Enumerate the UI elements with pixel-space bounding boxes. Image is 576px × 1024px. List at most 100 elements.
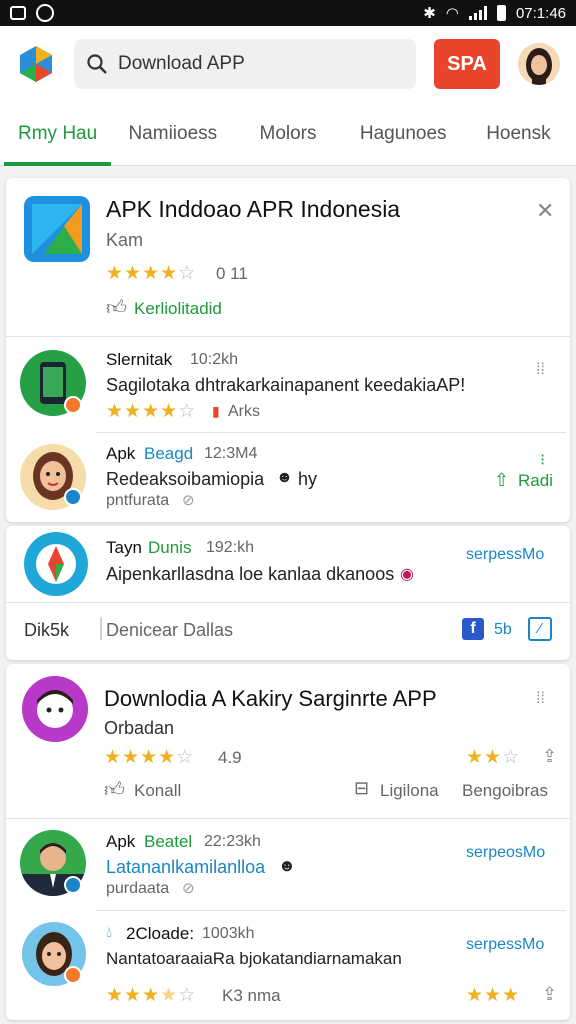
shield-icon bbox=[36, 4, 54, 22]
app-name[interactable]: Apk bbox=[106, 832, 135, 852]
download-icon[interactable]: ⇪ bbox=[542, 984, 557, 1005]
gallery-icon bbox=[10, 6, 26, 20]
featured-title[interactable]: APK Inddoao APR Indonesia bbox=[106, 196, 400, 223]
app-desc: Aipenkarllasdna loe kanlaa dkanoos bbox=[106, 564, 395, 584]
separator: | bbox=[98, 614, 105, 641]
rating-stars: ★ ★ ★ bbox=[466, 985, 520, 1006]
feature-action[interactable]: Ligilona bbox=[380, 781, 439, 801]
install-icon: ⇧ bbox=[494, 470, 510, 490]
share-count: 5b bbox=[494, 621, 512, 638]
app-name[interactable]: Apk bbox=[106, 444, 135, 464]
avatar[interactable] bbox=[518, 43, 560, 85]
app-size: 22:23kh bbox=[204, 833, 261, 850]
rating-stars: ★ ★ ★ ★ ☆ bbox=[106, 401, 196, 422]
app-desc: Latananlkamilanlloa bbox=[106, 857, 266, 877]
app-sub: pntfurata bbox=[106, 492, 170, 509]
battery-icon bbox=[496, 5, 506, 21]
app-desc-tail: hy bbox=[298, 469, 318, 489]
tab-home[interactable]: Rmy Hau bbox=[0, 102, 115, 166]
tab-bar: Rmy Hau Namiioess Molors Hagunoes Hoensk bbox=[0, 102, 576, 166]
badge-icon bbox=[64, 488, 82, 506]
featured-subtitle: Kam bbox=[106, 230, 144, 250]
app-action[interactable]: serpeosMo bbox=[466, 844, 545, 862]
close-icon[interactable]: ✕ bbox=[536, 198, 554, 224]
app-publisher[interactable]: Beagd bbox=[144, 444, 193, 464]
status-bar: ✱ ◠ 07:1:46 bbox=[0, 0, 576, 26]
app-desc: Redeaksoibamiopia bbox=[106, 469, 265, 489]
download-icon[interactable]: ⇪ bbox=[542, 746, 557, 767]
more-icon[interactable]: ⁞⁞ bbox=[536, 690, 545, 708]
app-bar: Download APP SPA bbox=[0, 26, 576, 102]
app-size: 12:3M4 bbox=[204, 445, 258, 462]
divider bbox=[6, 336, 570, 337]
rating-stars: ★ ★ ★ ★ ☆ bbox=[104, 747, 194, 768]
thumbs-up-icon: 👍︎ bbox=[104, 779, 125, 801]
app-size: 1003kh bbox=[202, 925, 255, 942]
app-card-featured: APK Inddoao APR Indonesia Kam ✕ ★ ★ ★ ★ ☆ 0 … bbox=[6, 178, 570, 522]
facebook-icon[interactable]: f bbox=[462, 618, 484, 640]
list-icon: ⊟ bbox=[354, 778, 370, 798]
tab-3[interactable]: Molors bbox=[230, 102, 345, 166]
rating-stars: ★ ★ ★ ★ ☆ bbox=[106, 263, 196, 284]
app-action[interactable]: serpessMo bbox=[466, 546, 544, 564]
filter-sublabel[interactable]: Denicear Dallas bbox=[106, 620, 233, 641]
badge-icon bbox=[64, 966, 82, 984]
divider bbox=[96, 910, 566, 911]
signal-icon bbox=[468, 6, 487, 20]
bluetooth-icon: ✱ bbox=[423, 5, 436, 22]
share-icon: ◉ bbox=[400, 566, 414, 583]
tab-4[interactable]: Hagunoes bbox=[346, 102, 461, 166]
app-publisher[interactable]: Beatel bbox=[144, 832, 192, 852]
app-desc: Sagilotaka dhtrakarkainapanent keedakiaA… bbox=[106, 375, 466, 395]
app-publisher[interactable]: Dunis bbox=[148, 538, 191, 558]
rating-stars: ★ ★ ☆ bbox=[466, 747, 520, 768]
info-icon: ⊘ bbox=[182, 880, 195, 897]
divider bbox=[96, 432, 566, 433]
more-icon[interactable]: ⁞⁞ bbox=[536, 361, 545, 379]
search-button[interactable]: SPA bbox=[434, 39, 500, 89]
app-desc: NantatoaraaiaRa bjokatandiarnamakan bbox=[106, 949, 402, 968]
featured-subtitle: Orbadan bbox=[104, 718, 175, 738]
thumbs-up-icon: 👍︎ bbox=[106, 297, 127, 319]
app-icon bbox=[24, 532, 88, 596]
rating-count: Arks bbox=[228, 403, 260, 420]
drop-icon: 💧︎ bbox=[106, 924, 113, 941]
info-icon: ⊘ bbox=[182, 492, 195, 509]
clock: 07:1:46 bbox=[515, 4, 566, 22]
rating-count: K3 nma bbox=[222, 986, 281, 1005]
app-name[interactable]: Tayn bbox=[106, 538, 142, 558]
app-size: 192:kh bbox=[206, 539, 255, 556]
emoji-icon: ☻ bbox=[276, 469, 293, 486]
app-name[interactable]: 2Cloade: bbox=[126, 924, 194, 944]
download-link[interactable]: Kerliolitadid bbox=[134, 299, 222, 319]
rating-stars: ★ ★ ★ ★ ☆ bbox=[106, 985, 196, 1006]
app-logo[interactable] bbox=[16, 44, 56, 84]
tab-5[interactable]: Hoensk bbox=[461, 102, 576, 166]
badge-icon bbox=[64, 396, 82, 414]
app-icon bbox=[24, 196, 90, 262]
warning-icon: ▮ bbox=[212, 403, 220, 419]
app-size: 10:2kh bbox=[190, 351, 239, 368]
app-card-featured: Downlodia A Kakiry Sarginrte APP Orbadan… bbox=[6, 664, 570, 1020]
app-name[interactable]: Slernitak bbox=[106, 350, 172, 370]
feature-action[interactable]: Konall bbox=[134, 781, 181, 801]
app-action[interactable]: serpessMo bbox=[466, 936, 544, 954]
wifi-icon: ◠ bbox=[445, 5, 459, 22]
feature-action[interactable]: Bengoibras bbox=[462, 781, 548, 801]
divider bbox=[6, 602, 570, 603]
app-card: Tayn Dunis 192:kh Aipenkarllasdna loe ka… bbox=[6, 526, 570, 660]
search-value: Download APP bbox=[118, 53, 245, 74]
rating-count: 0 11 bbox=[216, 264, 248, 283]
emoji-icon: ☻ bbox=[278, 856, 296, 875]
edit-icon[interactable]: ⁄ bbox=[528, 617, 552, 641]
tab-2[interactable]: Namiioess bbox=[115, 102, 230, 166]
install-button[interactable]: Radi bbox=[518, 471, 553, 491]
app-icon bbox=[22, 676, 88, 742]
more-icon[interactable]: ⁝ bbox=[540, 450, 545, 470]
filter-label[interactable]: Dik5k bbox=[24, 620, 69, 641]
badge-icon bbox=[64, 876, 82, 894]
featured-title[interactable]: Downlodia A Kakiry Sarginrte APP bbox=[104, 686, 437, 712]
search-input[interactable]: Download APP bbox=[74, 39, 416, 89]
search-icon bbox=[87, 54, 107, 74]
app-sub: purdaata bbox=[106, 880, 170, 897]
